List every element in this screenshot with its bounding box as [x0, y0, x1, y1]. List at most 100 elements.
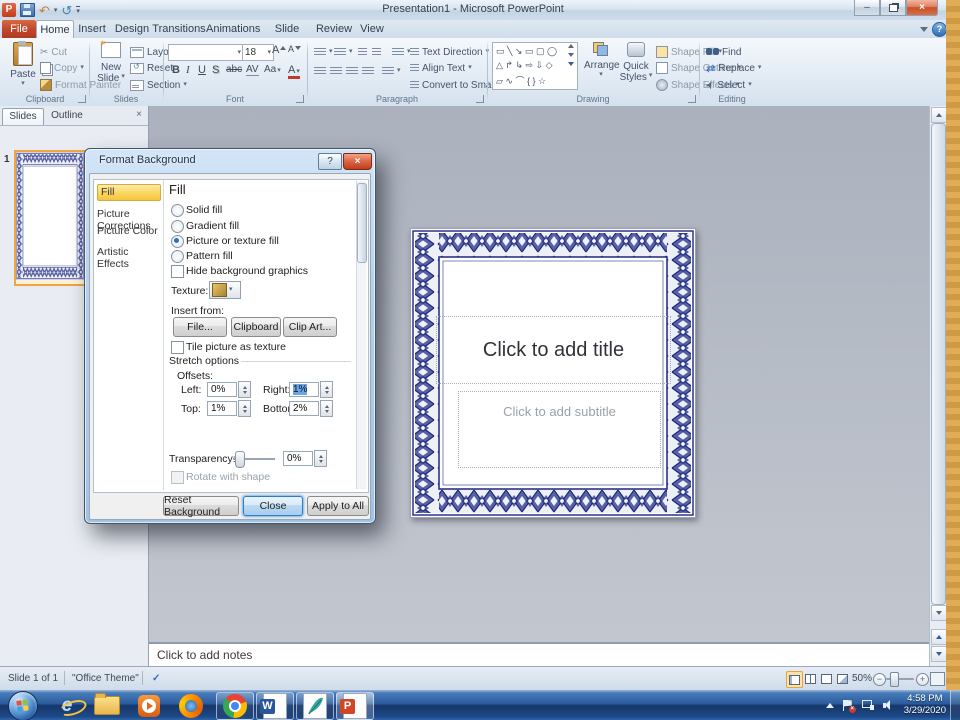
- file-button[interactable]: File...: [173, 317, 227, 337]
- select-button[interactable]: ➤ Select ▾: [703, 78, 751, 92]
- close-button[interactable]: ×: [906, 0, 938, 16]
- chrome-taskbar-button[interactable]: [216, 692, 254, 720]
- zoom-out-button[interactable]: −: [873, 673, 886, 686]
- drawing-dialog-launcher[interactable]: [688, 95, 696, 103]
- zoom-level[interactable]: 50%: [852, 673, 872, 684]
- slide-sorter-view-button[interactable]: [803, 671, 818, 686]
- tab-transitions[interactable]: Transitions: [152, 20, 206, 38]
- columns-button[interactable]: ▾: [382, 64, 401, 78]
- text-direction-button[interactable]: Text Direction▾: [410, 45, 489, 59]
- cut-button[interactable]: ✂ Cut: [40, 45, 67, 59]
- action-center-icon[interactable]: ×: [842, 699, 856, 713]
- apply-to-all-button[interactable]: Apply to All: [307, 496, 369, 516]
- transparency-slider-thumb[interactable]: [235, 451, 245, 468]
- reading-view-button[interactable]: [819, 671, 834, 686]
- shapes-gallery-scroll[interactable]: [568, 44, 574, 66]
- gallery-down-icon[interactable]: [568, 53, 574, 57]
- numbering-button[interactable]: ▾: [334, 45, 353, 59]
- tab-animations[interactable]: Animations: [206, 20, 260, 38]
- theme-name[interactable]: "Office Theme": [72, 673, 139, 684]
- vertical-scrollbar[interactable]: [929, 106, 947, 666]
- right-offset-spinner[interactable]: [320, 381, 333, 398]
- fit-to-window-button[interactable]: [930, 672, 945, 686]
- help-icon[interactable]: ?: [932, 22, 947, 37]
- reset-background-button[interactable]: Reset Background: [163, 494, 239, 518]
- scroll-up-button[interactable]: [931, 107, 947, 123]
- clipart-button[interactable]: Clip Art...: [283, 317, 337, 337]
- file-explorer-icon[interactable]: [92, 693, 122, 718]
- grow-font-button[interactable]: A: [272, 44, 287, 56]
- tab-insert[interactable]: Insert: [74, 20, 110, 38]
- gallery-more-icon[interactable]: [568, 62, 574, 66]
- clipboard-button[interactable]: Clipboard: [231, 317, 281, 337]
- transparency-input[interactable]: 0%: [283, 451, 313, 466]
- left-offset-input[interactable]: 0%: [207, 382, 237, 397]
- dialog-scrollbar-thumb[interactable]: [357, 183, 367, 263]
- paragraph-dialog-launcher[interactable]: [476, 95, 484, 103]
- slide-canvas[interactable]: Click to add title Click to add subtitle: [409, 227, 697, 519]
- hide-background-checkbox[interactable]: [171, 265, 184, 278]
- nav-artistic-effects[interactable]: Artistic Effects: [97, 246, 159, 270]
- change-case-button[interactable]: Aa ▾: [264, 64, 281, 75]
- title-placeholder[interactable]: Click to add title: [436, 316, 671, 384]
- start-button[interactable]: [8, 691, 38, 720]
- media-player-icon[interactable]: [134, 693, 164, 718]
- close-panel-icon[interactable]: ×: [136, 109, 142, 120]
- left-offset-spinner[interactable]: [238, 381, 251, 398]
- find-button[interactable]: Find: [706, 45, 741, 59]
- tab-home[interactable]: Home: [36, 20, 74, 39]
- solid-fill-radio[interactable]: [171, 204, 184, 217]
- nav-fill[interactable]: Fill: [97, 184, 161, 201]
- notes-pane[interactable]: Click to add notes: [149, 642, 929, 666]
- scrollbar-thumb[interactable]: [931, 123, 946, 605]
- quick-styles-button[interactable]: Quick Styles ▾: [620, 42, 652, 83]
- hide-background-label[interactable]: Hide background graphics: [186, 265, 308, 277]
- close-button-dialog[interactable]: Close: [243, 496, 303, 516]
- texture-dropdown[interactable]: ▾: [209, 281, 241, 299]
- font-size-combo[interactable]: 18 ▾: [242, 44, 274, 61]
- font-color-button[interactable]: A ▾: [288, 64, 300, 79]
- minimize-ribbon-icon[interactable]: [920, 27, 928, 32]
- dialog-scrollbar[interactable]: [356, 181, 367, 489]
- feather-app-taskbar-button[interactable]: [296, 692, 334, 720]
- font-name-combo[interactable]: ▾: [168, 44, 244, 61]
- shapes-gallery[interactable]: ▭ ╲ ↘ ▭ ▢ ◯ △ ↱ ↳ ⇨ ⇩ ◇ ▱ ∿ ⌒ { } ☆: [492, 42, 578, 90]
- tab-slides[interactable]: Slides: [2, 108, 44, 125]
- taskbar-clock[interactable]: 4:58 PM 3/29/2020: [904, 693, 946, 717]
- align-center-button[interactable]: [330, 64, 342, 78]
- strikethrough-button[interactable]: abc: [226, 64, 242, 75]
- tab-design[interactable]: Design: [112, 20, 152, 38]
- align-text-button[interactable]: Align Text ▾: [410, 61, 472, 75]
- gradient-fill-radio[interactable]: [171, 220, 184, 233]
- gradient-fill-label[interactable]: Gradient fill: [186, 220, 239, 232]
- restore-button[interactable]: [880, 0, 906, 16]
- minimize-button[interactable]: –: [854, 0, 880, 16]
- powerpoint-taskbar-button[interactable]: P: [336, 692, 374, 720]
- previous-slide-button[interactable]: [931, 629, 947, 645]
- picture-fill-radio[interactable]: [171, 235, 184, 248]
- scroll-down-button[interactable]: [931, 605, 947, 621]
- pattern-fill-radio[interactable]: [171, 250, 184, 263]
- bullets-button[interactable]: ▾: [314, 45, 333, 59]
- volume-icon[interactable]: [882, 699, 895, 711]
- zoom-in-button[interactable]: +: [916, 673, 929, 686]
- increase-indent-button[interactable]: [372, 45, 381, 59]
- gallery-up-icon[interactable]: [568, 44, 574, 48]
- tab-view[interactable]: View: [354, 20, 390, 38]
- text-shadow-button[interactable]: S: [212, 64, 219, 76]
- tile-picture-checkbox[interactable]: [171, 341, 184, 354]
- shrink-font-button[interactable]: A: [288, 44, 302, 54]
- bold-button[interactable]: B: [172, 64, 180, 76]
- tile-picture-label[interactable]: Tile picture as texture: [186, 341, 286, 353]
- reset-button[interactable]: Reset: [130, 61, 173, 75]
- new-slide-button[interactable]: ✶ New Slide ▾: [94, 38, 128, 84]
- align-right-button[interactable]: [346, 64, 358, 78]
- internet-explorer-icon[interactable]: e: [52, 693, 89, 719]
- character-spacing-button[interactable]: AV: [246, 64, 259, 76]
- section-button[interactable]: Section ▾: [130, 78, 187, 92]
- nav-picture-color[interactable]: Picture Color: [97, 225, 159, 237]
- arrange-button[interactable]: Arrange ▾: [584, 42, 620, 79]
- right-offset-input[interactable]: 1%: [289, 382, 319, 397]
- zoom-slider-thumb[interactable]: [890, 672, 899, 687]
- firefox-icon[interactable]: [176, 693, 206, 718]
